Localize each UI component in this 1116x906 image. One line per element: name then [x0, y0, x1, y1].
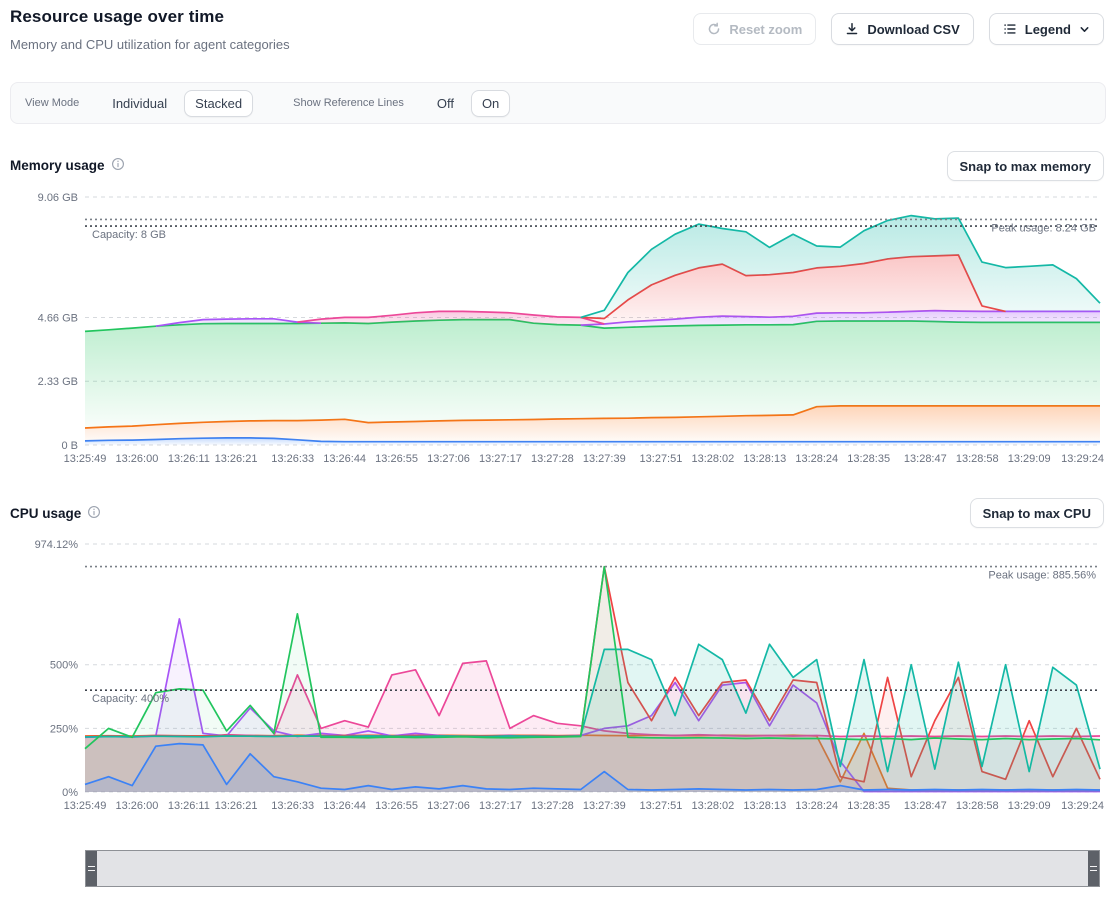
- svg-text:13:28:13: 13:28:13: [743, 800, 786, 812]
- svg-text:9.06 GB: 9.06 GB: [38, 192, 78, 204]
- svg-text:0 B: 0 B: [61, 440, 78, 452]
- memory-x-axis: 13:25:49 13:26:00 13:26:11 13:26:21 13:26:33…: [64, 453, 1104, 465]
- svg-text:13:27:39: 13:27:39: [583, 800, 626, 812]
- svg-text:13:27:06: 13:27:06: [427, 800, 470, 812]
- svg-text:974.12%: 974.12%: [35, 539, 79, 551]
- cpu-section-title: CPU usage: [10, 505, 101, 522]
- time-range-brush[interactable]: [85, 850, 1100, 887]
- svg-text:13:29:09: 13:29:09: [1008, 800, 1051, 812]
- svg-text:13:27:28: 13:27:28: [531, 800, 574, 812]
- snap-to-max-cpu-button[interactable]: Snap to max CPU: [970, 498, 1104, 528]
- legend-list-icon: [1003, 22, 1017, 36]
- svg-text:13:29:09: 13:29:09: [1008, 453, 1051, 465]
- svg-text:Capacity: 8 GB: Capacity: 8 GB: [92, 229, 166, 241]
- svg-text:13:28:58: 13:28:58: [956, 800, 999, 812]
- svg-text:2.33 GB: 2.33 GB: [38, 376, 78, 388]
- brush-handle-right[interactable]: [1088, 851, 1099, 886]
- svg-text:13:29:24: 13:29:24: [1061, 800, 1104, 812]
- info-icon[interactable]: [111, 157, 125, 174]
- svg-text:13:27:51: 13:27:51: [640, 800, 683, 812]
- view-mode-label: View Mode: [25, 97, 79, 109]
- svg-text:Capacity: 400%: Capacity: 400%: [92, 693, 169, 705]
- reset-zoom-button[interactable]: Reset zoom: [693, 13, 816, 45]
- svg-text:13:28:02: 13:28:02: [691, 800, 734, 812]
- svg-text:13:28:58: 13:28:58: [956, 453, 999, 465]
- svg-text:13:28:47: 13:28:47: [904, 800, 947, 812]
- cpu-series: [85, 567, 1100, 792]
- svg-text:13:28:47: 13:28:47: [904, 453, 947, 465]
- svg-text:0%: 0%: [62, 787, 78, 799]
- brush-grip-icon: [1090, 866, 1097, 871]
- svg-text:Peak usage: 885.56%: Peak usage: 885.56%: [988, 570, 1096, 582]
- svg-text:13:28:35: 13:28:35: [847, 453, 890, 465]
- reference-lines-on-button[interactable]: On: [471, 90, 510, 117]
- memory-usage-chart[interactable]: 9.06 GB 4.66 GB 2.33 GB 0 B Capacity: 8 GB Pe…: [0, 185, 1116, 477]
- svg-text:13:26:44: 13:26:44: [323, 453, 366, 465]
- svg-text:13:27:28: 13:27:28: [531, 453, 574, 465]
- svg-text:13:26:21: 13:26:21: [215, 800, 258, 812]
- svg-text:13:28:13: 13:28:13: [743, 453, 786, 465]
- svg-text:13:26:21: 13:26:21: [215, 453, 258, 465]
- svg-text:13:26:33: 13:26:33: [271, 453, 314, 465]
- reset-zoom-label: Reset zoom: [729, 22, 802, 37]
- svg-text:13:27:06: 13:27:06: [427, 453, 470, 465]
- brush-grip-icon: [88, 866, 95, 871]
- svg-text:13:25:49: 13:25:49: [64, 453, 107, 465]
- toolbar: Reset zoom Download CSV Legend: [693, 13, 1104, 45]
- page-subtitle: Memory and CPU utilization for agent cat…: [10, 37, 290, 52]
- svg-text:500%: 500%: [50, 660, 78, 672]
- svg-text:250%: 250%: [50, 723, 78, 735]
- cpu-x-axis: 13:25:49 13:26:00 13:26:11 13:26:21 13:26:33…: [64, 800, 1104, 812]
- svg-text:13:28:35: 13:28:35: [847, 800, 890, 812]
- download-csv-label: Download CSV: [867, 22, 959, 37]
- svg-text:Peak usage: 8.24 GB: Peak usage: 8.24 GB: [991, 222, 1096, 234]
- svg-text:13:28:24: 13:28:24: [795, 800, 838, 812]
- svg-text:4.66 GB: 4.66 GB: [38, 312, 78, 324]
- show-reference-lines-label: Show Reference Lines: [293, 97, 404, 109]
- svg-text:13:29:24: 13:29:24: [1061, 453, 1104, 465]
- memory-title-text: Memory usage: [10, 158, 105, 173]
- page-title: Resource usage over time: [10, 7, 224, 27]
- reference-lines-off-button[interactable]: Off: [426, 90, 465, 117]
- cpu-usage-chart[interactable]: 974.12% 500% 250% 0% Capacity: 400% Peak usag…: [0, 530, 1116, 826]
- svg-text:13:26:55: 13:26:55: [375, 800, 418, 812]
- svg-text:13:26:55: 13:26:55: [375, 453, 418, 465]
- cpu-title-text: CPU usage: [10, 506, 81, 521]
- svg-text:13:26:00: 13:26:00: [116, 800, 159, 812]
- svg-text:13:28:24: 13:28:24: [795, 453, 838, 465]
- legend-button[interactable]: Legend: [989, 13, 1104, 45]
- svg-text:13:27:51: 13:27:51: [640, 453, 683, 465]
- refresh-icon: [707, 22, 721, 36]
- download-icon: [845, 22, 859, 36]
- svg-text:13:27:39: 13:27:39: [583, 453, 626, 465]
- svg-text:13:27:17: 13:27:17: [479, 800, 522, 812]
- resource-usage-page: Resource usage over time Memory and CPU …: [0, 0, 1116, 906]
- snap-to-max-memory-button[interactable]: Snap to max memory: [947, 151, 1105, 181]
- svg-text:13:26:11: 13:26:11: [168, 453, 210, 465]
- chevron-down-icon: [1079, 24, 1090, 35]
- memory-series: [85, 216, 1100, 445]
- svg-text:13:26:11: 13:26:11: [168, 800, 210, 812]
- svg-text:13:27:17: 13:27:17: [479, 453, 522, 465]
- legend-label: Legend: [1025, 22, 1071, 37]
- svg-text:13:26:33: 13:26:33: [271, 800, 314, 812]
- svg-text:13:26:44: 13:26:44: [323, 800, 366, 812]
- info-icon[interactable]: [87, 505, 101, 522]
- svg-text:13:26:00: 13:26:00: [116, 453, 159, 465]
- svg-text:13:25:49: 13:25:49: [64, 800, 107, 812]
- download-csv-button[interactable]: Download CSV: [831, 13, 973, 45]
- memory-section-title: Memory usage: [10, 157, 125, 174]
- view-controls-bar: View Mode Individual Stacked Show Refere…: [10, 82, 1106, 124]
- view-mode-stacked-button[interactable]: Stacked: [184, 90, 253, 117]
- svg-text:13:28:02: 13:28:02: [691, 453, 734, 465]
- view-mode-individual-button[interactable]: Individual: [101, 90, 178, 117]
- brush-handle-left[interactable]: [86, 851, 97, 886]
